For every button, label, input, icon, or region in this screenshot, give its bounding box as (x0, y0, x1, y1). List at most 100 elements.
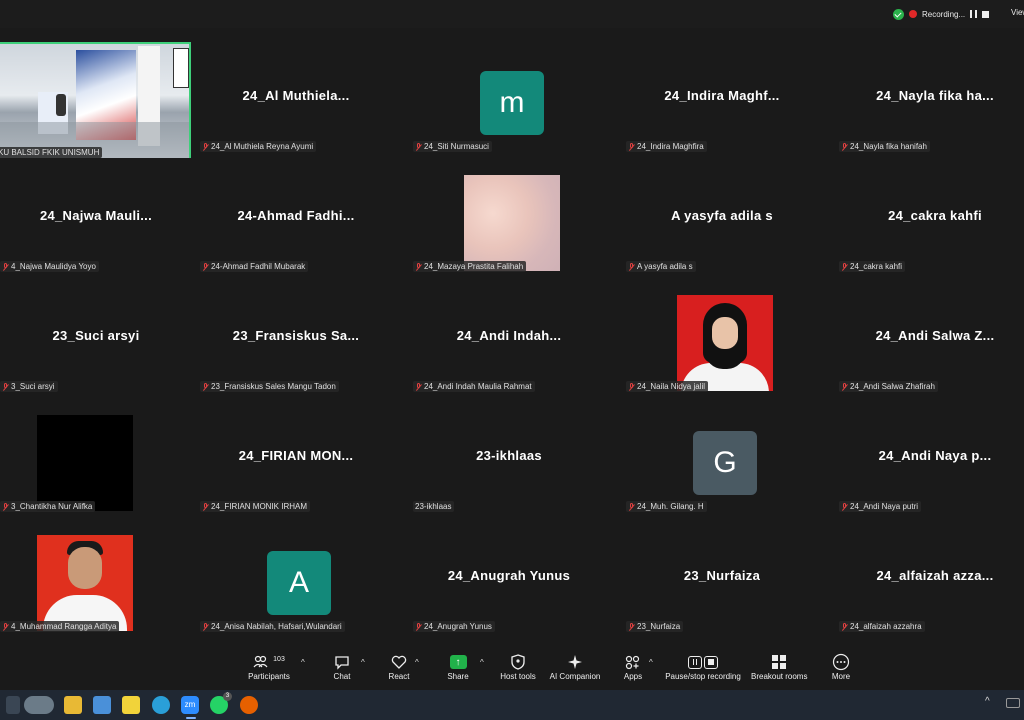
network-icon[interactable] (1006, 698, 1020, 708)
participant-tile[interactable]: KU BALSID FKIK UNISMUH (0, 38, 196, 158)
participant-tile[interactable]: 24_Mazaya Prastita Falihah (409, 158, 609, 278)
participant-tile[interactable]: 24_Al Muthiela... 24_Al Muthiela Reyna Ay… (196, 38, 396, 158)
participant-name-text: KU BALSID FKIK UNISMUH (0, 148, 100, 157)
participant-display-name: 23_Suci arsyi (52, 328, 140, 343)
participant-tile[interactable]: 24_Andi Indah... 24_Andi Indah Maulia Rah… (409, 278, 609, 398)
participant-name-text: 24_Indira Maghfira (637, 142, 704, 151)
participant-tile[interactable]: 24_cakra kahfi 24_cakra kahfi (835, 158, 1024, 278)
participant-tile[interactable]: 24_Andi Naya p... 24_Andi Naya putri (835, 398, 1024, 518)
participant-tile[interactable]: 23-ikhlaas 23-ikhlaas (409, 398, 609, 518)
participants-count: 103 (273, 655, 285, 663)
apps-caret-icon[interactable]: ^ (649, 658, 653, 667)
pause-stop-label: Pause/stop recording (665, 672, 741, 681)
participant-name-text: 24_Andi Salwa Zhafirah (850, 382, 935, 391)
computer-icon[interactable] (93, 696, 111, 714)
participant-tile[interactable]: 24_Indira Maghf... 24_Indira Maghfira (622, 38, 822, 158)
windows-taskbar: zm 3 ^ (0, 690, 1024, 720)
firefox-icon[interactable] (240, 696, 258, 714)
host-tools-label: Host tools (500, 672, 536, 681)
participant-display-name: 24_Indira Maghf... (664, 88, 780, 103)
participant-tile[interactable]: 23_Nurfaiza 23_Nurfaiza (622, 518, 822, 638)
view-button[interactable]: View (1011, 8, 1024, 17)
participant-display-name: 23_Nurfaiza (683, 568, 761, 583)
muted-mic-icon (415, 142, 422, 151)
muted-mic-icon (628, 502, 635, 511)
participant-tile[interactable]: 24_Anugrah Yunus 24_Anugrah Yunus (409, 518, 609, 638)
participant-tile[interactable]: 24_Nayla fika ha... 24_Nayla fika hanifah (835, 38, 1024, 158)
encryption-shield-icon[interactable] (893, 8, 904, 20)
muted-mic-icon (628, 262, 635, 271)
participants-button[interactable]: 103 Participants (242, 652, 296, 682)
apps-label: Apps (623, 672, 643, 681)
participant-name-text: 3_Chantikha Nur Alifka (11, 502, 93, 511)
chat-button[interactable]: Chat (328, 652, 356, 681)
participant-name-label: 24_Naila Nidya jalil (626, 381, 709, 392)
top-bar: Recording... View (0, 0, 1024, 28)
participant-name-label: 24_Muh. Gilang. H (626, 501, 707, 512)
participant-display-name: A yasyfa adila s (671, 208, 773, 223)
participant-tile[interactable]: 4_Muhammad Rangga Aditya (0, 518, 196, 638)
telegram-icon[interactable] (152, 696, 170, 714)
participant-tile[interactable]: 24_Andi Salwa Z... 24_Andi Salwa Zhafirah (835, 278, 1024, 398)
chat-caret-icon[interactable]: ^ (361, 658, 365, 667)
whatsapp-icon[interactable]: 3 (210, 692, 232, 714)
participants-caret-icon[interactable]: ^ (301, 658, 305, 667)
participant-tile[interactable]: 24_FIRIAN MON... 24_FIRIAN MONIK IRHAM (196, 398, 396, 518)
chat-icon (335, 656, 349, 670)
recording-indicator[interactable]: Recording... (893, 5, 990, 23)
apps-button[interactable]: Apps (620, 652, 646, 681)
pause-stop-recording-button[interactable]: Pause/stop recording (665, 652, 741, 681)
ai-companion-button[interactable]: AI Companion (548, 652, 602, 681)
participant-name-label: 24_Anugrah Yunus (413, 621, 495, 632)
participant-name-text: 24_Andi Indah Maulia Rahmat (424, 382, 532, 391)
participant-name-label: 23-ikhlaas (413, 501, 455, 512)
participant-tile[interactable]: A yasyfa adila s A yasyfa adila s (622, 158, 822, 278)
zoom-icon[interactable]: zm (181, 696, 199, 714)
host-tools-button[interactable]: Host tools (498, 652, 538, 681)
muted-mic-icon (202, 382, 209, 391)
weather-icon[interactable] (24, 696, 54, 714)
participant-tile[interactable]: 23_Suci arsyi 3_Suci arsyi (0, 278, 196, 398)
react-label: React (388, 672, 410, 681)
pause-recording-icon[interactable] (970, 10, 978, 18)
participant-name-text: 24_Andi Naya putri (850, 502, 919, 511)
stop-recording-icon[interactable] (982, 10, 990, 18)
share-caret-icon[interactable]: ^ (480, 658, 484, 667)
participant-tile[interactable]: 24-Ahmad Fadhi... 24-Ahmad Fadhil Mubarak (196, 158, 396, 278)
participant-name-label: 23_Fransiskus Sales Mangu Tadon (200, 381, 339, 392)
participant-display-name: 24_Andi Salwa Z... (875, 328, 995, 343)
participant-tile[interactable]: 23_Fransiskus Sa... 23_Fransiskus Sales M… (196, 278, 396, 398)
breakout-rooms-icon (772, 655, 786, 669)
sticky-notes-icon[interactable] (122, 696, 140, 714)
participant-tile[interactable]: m 24_Siti Nurmasuci (409, 38, 609, 158)
muted-mic-icon (202, 142, 209, 151)
system-tray-chevron-icon[interactable]: ^ (985, 696, 990, 707)
participant-tile[interactable]: 24_alfaizah azza... 24_alfaizah azzahra (835, 518, 1024, 638)
participant-name-text: 24_alfaizah azzahra (850, 622, 922, 631)
participant-name-text: A yasyfa adila s (637, 262, 693, 271)
participant-tile[interactable]: 24_Naila Nidya jalil (622, 278, 822, 398)
whatsapp-badge: 3 (223, 692, 232, 701)
participant-tile[interactable]: A 24_Anisa Nabilah, Hafsari,Wulandari (196, 518, 396, 638)
more-button[interactable]: More (828, 652, 854, 681)
participant-tile[interactable]: G 24_Muh. Gilang. H (622, 398, 822, 518)
participant-name-text: 24_Mazaya Prastita Falihah (424, 262, 524, 271)
participant-name-text: 23_Fransiskus Sales Mangu Tadon (211, 382, 336, 391)
participant-name-label: 3_Chantikha Nur Alifka (0, 501, 96, 512)
widgets-icon[interactable] (6, 696, 20, 714)
file-explorer-icon[interactable] (64, 696, 82, 714)
participant-tile[interactable]: 3_Chantikha Nur Alifka (0, 398, 196, 518)
meeting-toolbar: 103 Participants ^ Chat ^ React ^ ↑ Shar… (0, 648, 1024, 690)
react-caret-icon[interactable]: ^ (415, 658, 419, 667)
breakout-rooms-button[interactable]: Breakout rooms (751, 652, 807, 681)
share-button[interactable]: ↑ Share (444, 652, 472, 681)
profile-photo (677, 295, 773, 391)
more-label: More (831, 672, 851, 681)
react-button[interactable]: React (384, 652, 414, 681)
participant-name-text: 24_Nayla fika hanifah (850, 142, 927, 151)
muted-mic-icon (2, 502, 9, 511)
participant-name-label: 24_cakra kahfi (839, 261, 906, 272)
recording-text: Recording... (922, 9, 966, 19)
muted-mic-icon (2, 262, 9, 271)
participant-tile[interactable]: 24_Najwa Mauli... 4_Najwa Maulidya Yoyo (0, 158, 196, 278)
